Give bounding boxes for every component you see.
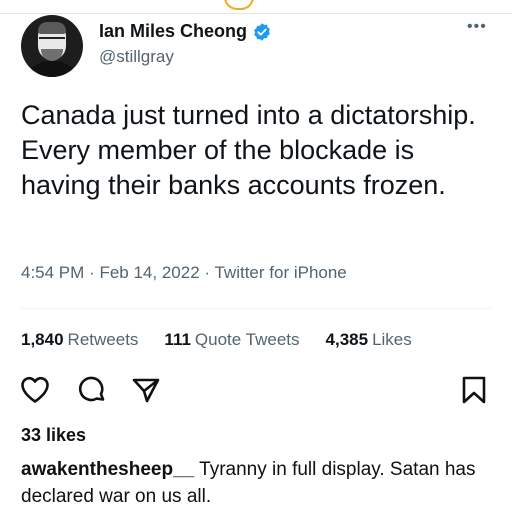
- top-edge-strip: [0, 0, 512, 14]
- avatar-glasses: [39, 37, 65, 45]
- tweet-meta: 4:54 PM · Feb 14, 2022 · Twitter for iPh…: [21, 263, 347, 283]
- post-comment: awakenthesheep__ Tyranny in full display…: [21, 456, 501, 510]
- tweet-time[interactable]: 4:54 PM: [21, 263, 84, 282]
- bookmark-icon[interactable]: [458, 374, 490, 406]
- more-options-icon[interactable]: •••: [467, 19, 487, 35]
- verified-badge-icon: [254, 22, 270, 41]
- comment-username[interactable]: awakenthesheep__: [21, 459, 194, 480]
- retweets-stat[interactable]: 1,840 Retweets: [21, 330, 138, 350]
- tweet-text: Canada just turned into a dictatorship. …: [21, 100, 476, 200]
- quote-tweets-label: Quote Tweets: [194, 330, 300, 349]
- quote-tweets-stat[interactable]: 111 Quote Tweets: [164, 330, 299, 350]
- avatar-beard: [41, 49, 63, 61]
- tweet-client[interactable]: Twitter for iPhone: [214, 263, 346, 282]
- author-handle[interactable]: @stillgray: [99, 47, 174, 67]
- comment-bubble-icon[interactable]: [76, 374, 108, 406]
- avatar[interactable]: [21, 15, 83, 77]
- orange-ring-fragment: [224, 0, 254, 10]
- tweet-stats: 1,840 Retweets 111 Quote Tweets 4,385 Likes: [21, 330, 438, 350]
- tweet-date[interactable]: Feb 14, 2022: [99, 263, 199, 282]
- likes-label: Likes: [372, 330, 412, 349]
- divider-top: [21, 308, 491, 309]
- post-likes[interactable]: 33 likes: [21, 425, 86, 446]
- meta-separator: ·: [204, 263, 211, 282]
- retweets-count: 1,840: [21, 330, 64, 349]
- avatar-hair: [38, 22, 66, 34]
- retweets-label: Retweets: [67, 330, 139, 349]
- author-name[interactable]: Ian Miles Cheong: [99, 21, 247, 42]
- heart-icon[interactable]: [19, 374, 51, 406]
- avatar-shirt: [25, 61, 79, 77]
- send-arrow-icon[interactable]: [130, 374, 162, 406]
- likes-count: 4,385: [325, 330, 369, 349]
- likes-stat[interactable]: 4,385 Likes: [326, 330, 412, 350]
- author-name-row: Ian Miles Cheong: [99, 21, 272, 42]
- quote-tweets-count: 111: [164, 330, 191, 349]
- meta-separator: ·: [89, 263, 95, 282]
- post-action-bar: [0, 374, 512, 408]
